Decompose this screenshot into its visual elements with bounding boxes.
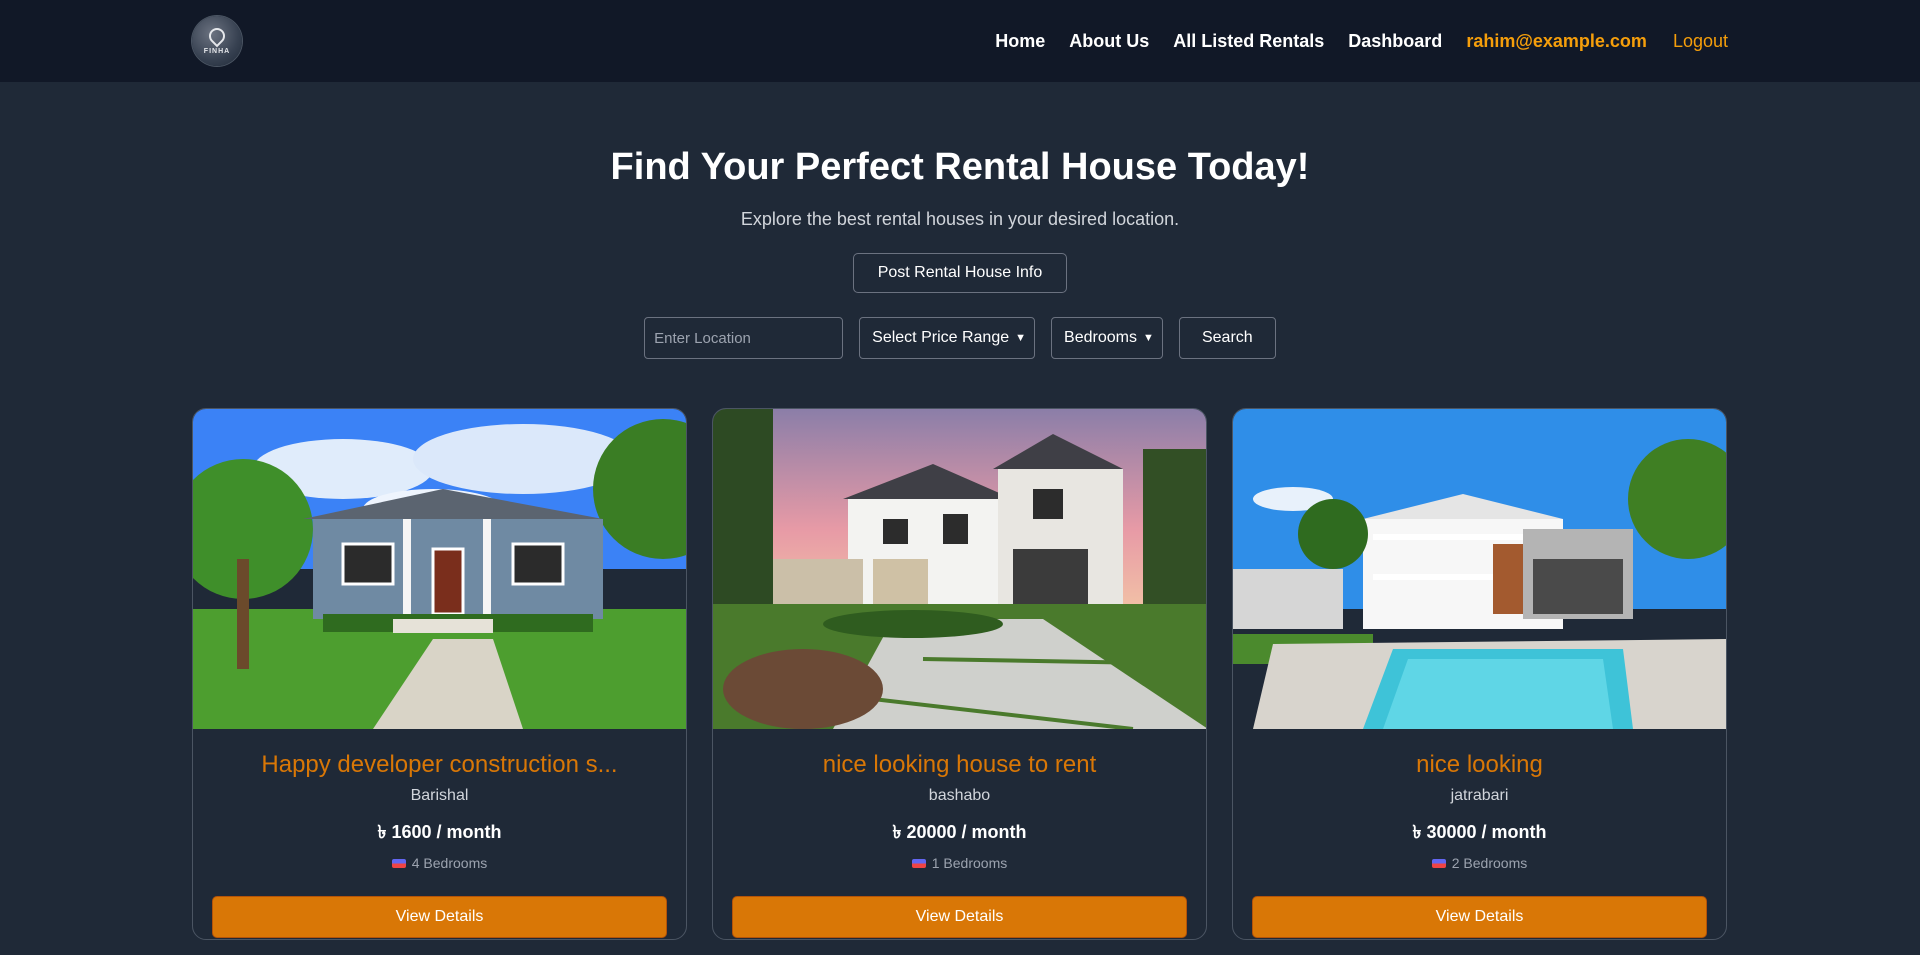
listing-price: ৳ 20000 / month	[892, 822, 1027, 842]
listing-bedrooms: 4 Bedrooms	[193, 855, 686, 871]
listing-title[interactable]: nice looking	[1233, 751, 1726, 779]
bedrooms-label: Bedrooms	[1064, 329, 1137, 346]
page-subtitle: Explore the best rental houses in your d…	[740, 209, 1180, 229]
post-rental-button[interactable]: Post Rental House Info	[852, 253, 1068, 293]
price-range-select[interactable]: Select Price Range ▼	[859, 317, 1036, 359]
nav-home-link[interactable]: Home	[995, 31, 1045, 52]
card-body: nice looking house to rent bashabo ৳ 200…	[713, 729, 1206, 938]
nav-about-link[interactable]: About Us	[1069, 31, 1149, 52]
logo-text: FINHA	[203, 47, 231, 55]
listing-location: jatrabari	[1450, 787, 1509, 804]
card-body: Happy developer construction s... Barish…	[193, 729, 686, 938]
bed-icon	[391, 858, 406, 868]
view-details-button[interactable]: View Details	[1252, 896, 1707, 938]
view-details-button[interactable]: View Details	[732, 896, 1187, 938]
nav-all-rentals-link[interactable]: All Listed Rentals	[1173, 31, 1324, 52]
view-details-button[interactable]: View Details	[212, 896, 667, 938]
nav-links: Home About Us All Listed Rentals Dashboa…	[995, 31, 1728, 52]
listing-title[interactable]: nice looking house to rent	[713, 751, 1206, 779]
listing-bedrooms: 2 Bedrooms	[1233, 855, 1726, 871]
location-input[interactable]	[644, 317, 844, 359]
modern-farmhouse-photo	[713, 409, 1206, 729]
listing-price: ৳ 30000 / month	[1412, 822, 1547, 842]
listing-location: bashabo	[928, 787, 991, 804]
listing-location: Barishal	[410, 787, 469, 804]
hero-section: Find Your Perfect Rental House Today! Ex…	[0, 82, 1920, 359]
bedrooms-select[interactable]: Bedrooms ▼	[1051, 317, 1163, 359]
logo[interactable]: FINHA	[192, 16, 242, 66]
search-button[interactable]: Search	[1178, 317, 1276, 359]
bed-icon	[911, 858, 926, 868]
page-title: Find Your Perfect Rental House Today!	[610, 146, 1310, 188]
nav-dashboard-link[interactable]: Dashboard	[1348, 31, 1442, 52]
listing-card: nice looking jatrabari ৳ 30000 / month 2…	[1232, 408, 1727, 940]
listing-title[interactable]: Happy developer construction s...	[193, 751, 686, 779]
user-email: rahim@example.com	[1466, 30, 1647, 51]
listing-price: ৳ 1600 / month	[377, 822, 502, 842]
bungalow-house-photo	[193, 409, 686, 729]
chevron-down-icon: ▼	[1015, 332, 1027, 344]
bed-icon	[1431, 858, 1446, 868]
logout-button[interactable]: Logout	[1673, 31, 1728, 52]
navbar: FINHA Home About Us All Listed Rentals D…	[0, 0, 1920, 82]
bedrooms-count: 1 Bedrooms	[931, 855, 1008, 871]
chevron-down-icon: ▼	[1142, 332, 1154, 344]
bedrooms-count: 4 Bedrooms	[411, 855, 488, 871]
listing-card: nice looking house to rent bashabo ৳ 200…	[712, 408, 1207, 940]
listing-bedrooms: 1 Bedrooms	[713, 855, 1206, 871]
price-range-label: Select Price Range	[872, 329, 1010, 346]
card-body: nice looking jatrabari ৳ 30000 / month 2…	[1233, 729, 1726, 938]
bedrooms-count: 2 Bedrooms	[1451, 855, 1528, 871]
location-pin-icon	[205, 24, 229, 47]
listing-card: Happy developer construction s... Barish…	[192, 408, 687, 940]
search-bar: Select Price Range ▼ Bedrooms ▼ Search	[0, 317, 1920, 359]
listings-grid: Happy developer construction s... Barish…	[0, 408, 1920, 940]
pool-house-photo	[1233, 409, 1726, 729]
